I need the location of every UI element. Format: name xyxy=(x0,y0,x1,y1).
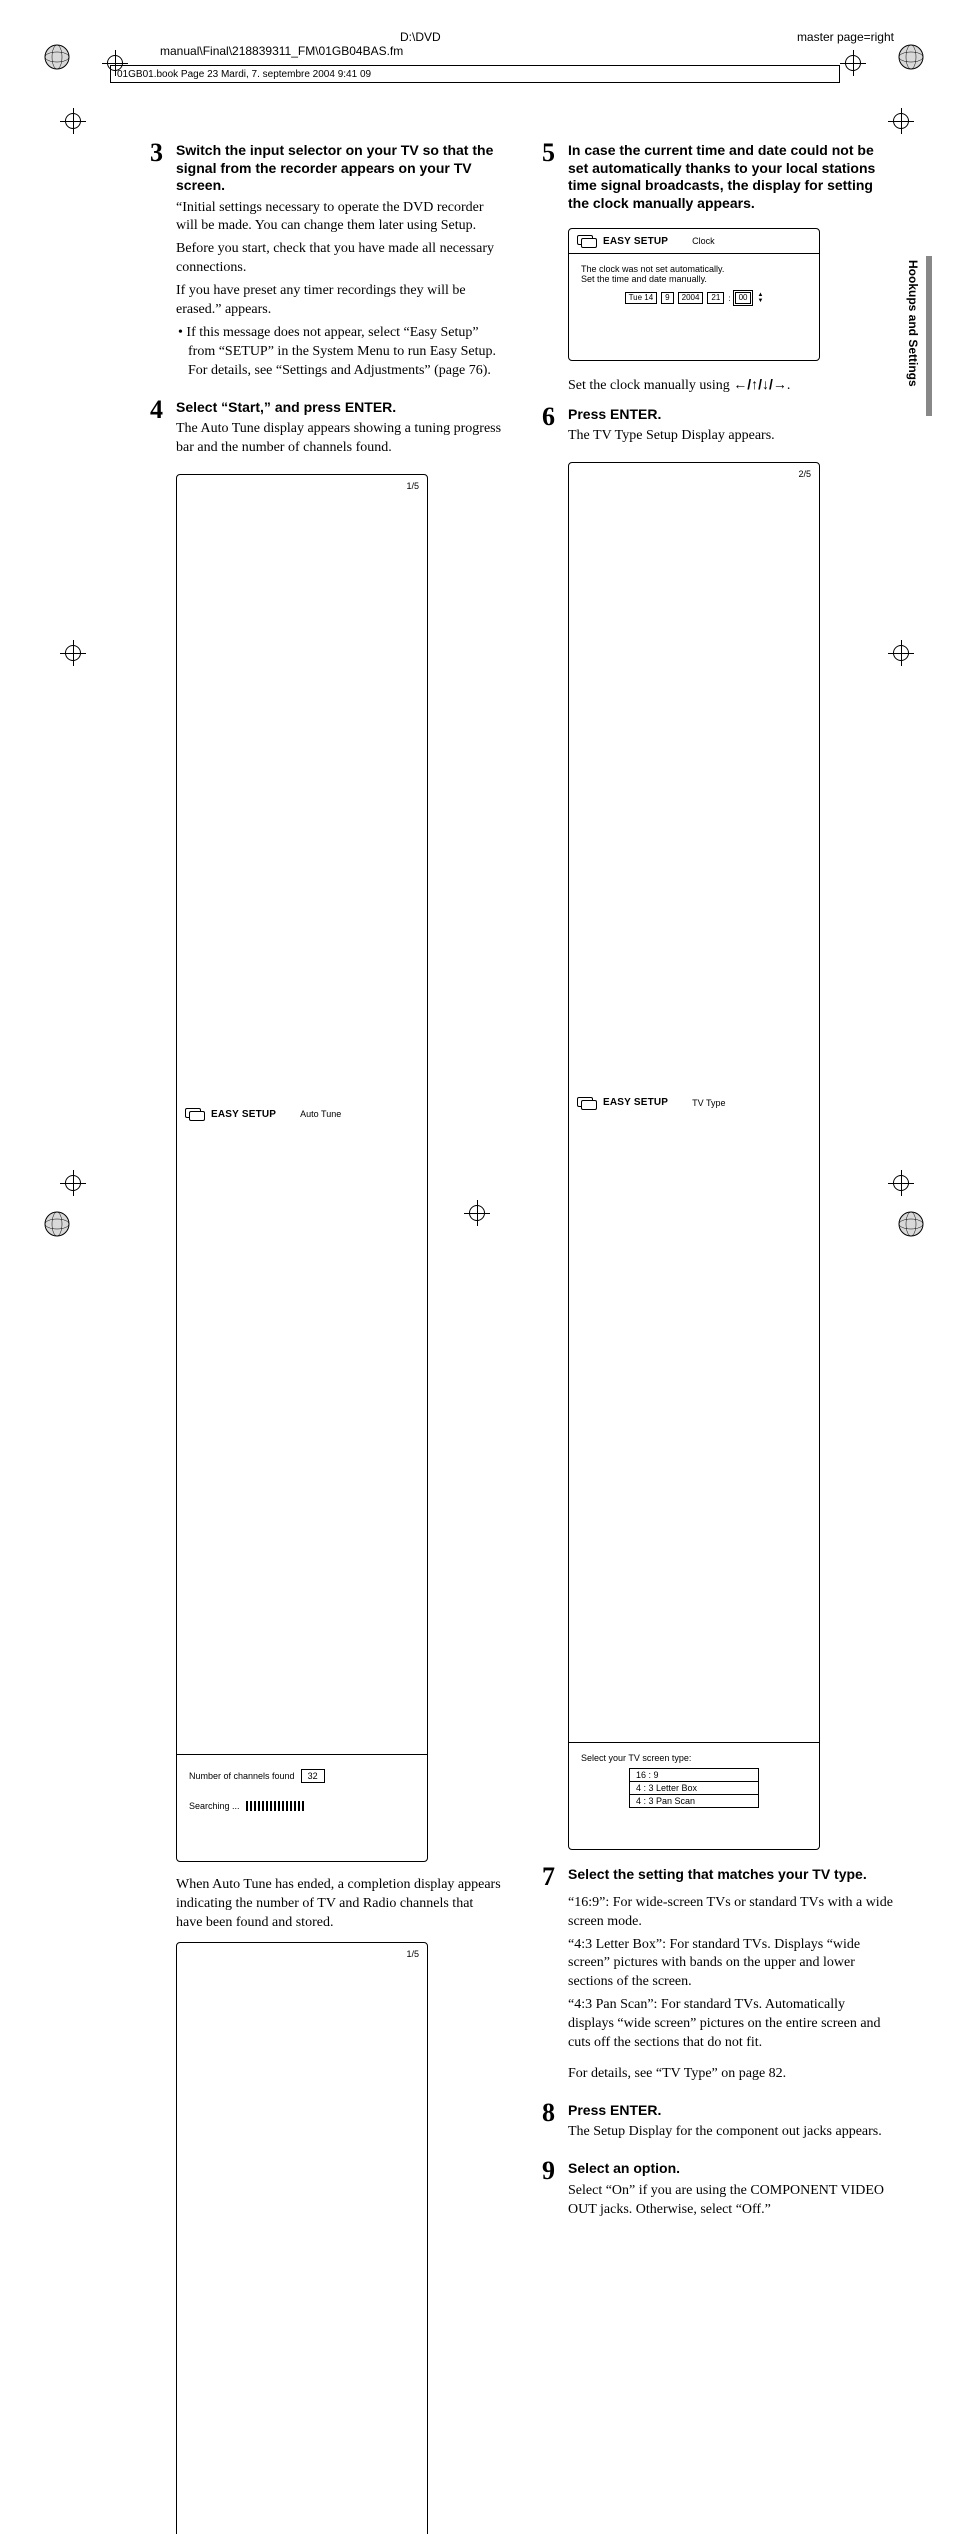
step-paragraph: Before you start, check that you have ma… xyxy=(176,240,502,278)
step-number: 5 xyxy=(542,140,568,216)
step-paragraph: “4:3 Pan Scan”: For standard TVs. Automa… xyxy=(568,1996,894,2053)
step-paragraph: “4:3 Letter Box”: For standard TVs. Disp… xyxy=(568,1936,894,1993)
step-number: 3 xyxy=(150,140,176,385)
osd-label: Number of channels found xyxy=(189,1771,295,1781)
osd-title: EASY SETUP xyxy=(603,1097,668,1108)
step-9: 9 Select an option. Select “On” if you a… xyxy=(542,2158,894,2223)
tv-option-4-3-panscan: 4 : 3 Pan Scan xyxy=(629,1794,759,1808)
osd-prompt: Select your TV screen type: xyxy=(581,1753,807,1763)
osd-page: 1/5 xyxy=(406,1949,419,2534)
osd-page: 2/5 xyxy=(798,469,811,1736)
osd-subtitle: Auto Tune xyxy=(300,1109,341,1119)
stepper-icon: ▲▼ xyxy=(757,292,763,304)
osd-text: Set the time and date manually. xyxy=(581,274,807,284)
step-3: 3 Switch the input selector on your TV s… xyxy=(150,140,502,385)
step-title: In case the current time and date could … xyxy=(568,142,894,212)
tv-option-4-3-letterbox: 4 : 3 Letter Box xyxy=(629,1781,759,1795)
step-paragraph: The Setup Display for the component out … xyxy=(568,2123,894,2142)
step-paragraph: Select “On” if you are using the COMPONE… xyxy=(568,2182,894,2220)
tv-option-16-9: 16 : 9 xyxy=(629,1768,759,1782)
step-8: 8 Press ENTER. The Setup Display for the… xyxy=(542,2100,894,2146)
step-title: Switch the input selector on your TV so … xyxy=(176,142,502,195)
osd-subtitle: TV Type xyxy=(692,1098,725,1108)
easy-setup-icon xyxy=(577,235,595,247)
step-title: Select “Start,” and press ENTER. xyxy=(176,399,502,417)
osd-subtitle: Clock xyxy=(692,236,715,246)
progress-bar xyxy=(246,1801,306,1811)
step-5: 5 In case the current time and date coul… xyxy=(542,140,894,216)
osd-page: 1/5 xyxy=(406,481,419,1748)
left-column: 3 Switch the input selector on your TV s… xyxy=(150,140,502,2534)
step-number: 8 xyxy=(542,2100,568,2146)
step-number: 4 xyxy=(150,397,176,462)
step-bullet: • If this message does not appear, selec… xyxy=(176,324,502,381)
osd-text: The clock was not set automatically. xyxy=(581,264,807,274)
step-number: 9 xyxy=(542,2158,568,2223)
date-field-year: 2004 xyxy=(678,292,704,304)
step-paragraph: If you have preset any timer recordings … xyxy=(176,282,502,320)
date-field-month: 9 xyxy=(661,292,673,304)
step-paragraph: The Auto Tune display appears showing a … xyxy=(176,420,502,458)
body-paragraph: When Auto Tune has ended, a completion d… xyxy=(176,1876,502,1933)
step-paragraph: “Initial settings necessary to operate t… xyxy=(176,199,502,237)
step-title: Select an option. xyxy=(568,2160,894,2178)
step-title: Press ENTER. xyxy=(568,2102,894,2120)
date-field-day: Tue 14 xyxy=(625,292,658,304)
step-number: 7 xyxy=(542,1864,568,2088)
right-column: 5 In case the current time and date coul… xyxy=(542,140,894,2534)
step-number: 6 xyxy=(542,404,568,450)
step-title: Press ENTER. xyxy=(568,406,894,424)
osd-auto-tune-progress: EASY SETUP Auto Tune 1/5 Number of chann… xyxy=(176,474,428,1862)
osd-title: EASY SETUP xyxy=(211,1109,276,1120)
easy-setup-icon xyxy=(185,1108,203,1120)
osd-clock: EASY SETUP Clock The clock was not set a… xyxy=(568,228,820,361)
easy-setup-icon xyxy=(577,1097,595,1109)
step-7: 7 Select the setting that matches your T… xyxy=(542,1864,894,2088)
osd-title: EASY SETUP xyxy=(603,236,668,247)
step-6: 6 Press ENTER. The TV Type Setup Display… xyxy=(542,404,894,450)
osd-tv-type: EASY SETUP TV Type 2/5 Select your TV sc… xyxy=(568,462,820,1850)
osd-value: 32 xyxy=(301,1769,325,1783)
date-field-minute: 00 xyxy=(735,292,752,304)
body-paragraph: Set the clock manually using ←/↑/↓/→. xyxy=(568,375,894,396)
step-paragraph: The TV Type Setup Display appears. xyxy=(568,427,894,446)
step-title: Select the setting that matches your TV … xyxy=(568,1866,894,1884)
step-paragraph: For details, see “TV Type” on page 82. xyxy=(568,2065,894,2084)
date-field-hour: 21 xyxy=(707,292,724,304)
step-4: 4 Select “Start,” and press ENTER. The A… xyxy=(150,397,502,462)
osd-auto-tune-complete: EASY SETUP Auto Tune 1/5 Number of chann… xyxy=(176,1942,428,2534)
osd-label: Searching ... xyxy=(189,1801,240,1811)
arrow-keys-icon: ←/↑/↓/→ xyxy=(733,376,787,392)
step-paragraph: “16:9”: For wide-screen TVs or standard … xyxy=(568,1894,894,1932)
